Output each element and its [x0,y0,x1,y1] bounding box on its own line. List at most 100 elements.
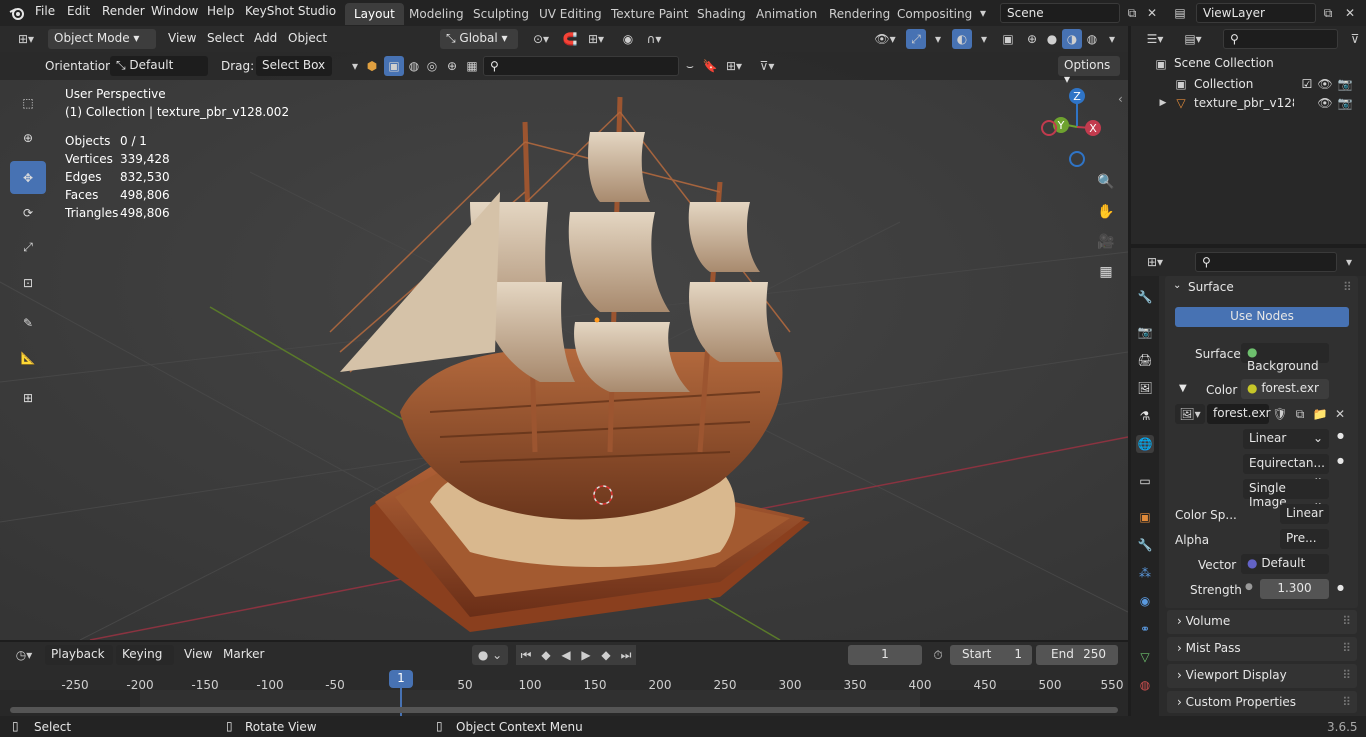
open-image-icon[interactable]: 📁 [1310,404,1330,424]
scene-icon[interactable]: ▾ [973,3,993,23]
scene-field[interactable]: Scene [1000,3,1120,23]
viewport-display-panel[interactable]: › Viewport Display ⠿ [1167,664,1357,688]
menu-window[interactable]: Window [151,4,198,18]
render-tab-icon[interactable]: 📷 [1136,323,1154,341]
object-render-icon[interactable]: 📷 [1335,93,1355,113]
vector-select[interactable]: ● Default [1241,554,1329,574]
rotate-tool-icon[interactable]: ⟳ [10,196,46,229]
properties-search-input[interactable]: ⚲ [1195,252,1337,272]
navigation-gizmo[interactable]: Z Y X [1037,84,1117,174]
gizmo-menu-icon[interactable]: ▾ [928,29,948,49]
layout-icon[interactable]: ⊞▾ [720,56,748,76]
timeline[interactable]: -250 -200 -150 -100 -50 1 50 100 150 200… [0,668,1128,716]
mode-select[interactable]: Object Mode ▾ [48,29,156,49]
tab-compositing[interactable]: Compositing [888,3,981,25]
tab-modeling[interactable]: Modeling [400,3,473,25]
transform-orientation-select[interactable]: ⤡ Global ▾ [440,29,518,49]
editor-type-icon[interactable]: ⊞▾ [12,29,40,49]
particles-tab-icon[interactable]: ⁂ [1136,564,1154,582]
world-tab-icon[interactable]: 🌐 [1136,435,1154,453]
interpolation-select[interactable]: Linear ⌄ [1243,429,1329,449]
shading-mode-icon-1[interactable]: ◍ [404,56,424,76]
output-tab-icon[interactable]: 🖨 [1136,351,1154,369]
scale-tool-icon[interactable]: ⤢ [10,231,46,264]
properties-menu-icon[interactable]: ▾ [1339,252,1359,272]
strength-anim-dot[interactable]: ● [1337,583,1344,592]
unlink-image-icon[interactable]: ✕ [1330,404,1350,424]
move-tool-icon[interactable]: ✥ [10,161,46,194]
viewport-menu-add[interactable]: Add [254,31,277,45]
surface-drag-icon[interactable]: ⠿ [1343,280,1352,294]
overlays-menu-icon[interactable]: ▾ [974,29,994,49]
viewport-menu-select[interactable]: Select [207,31,244,45]
volume-panel[interactable]: › Volume ⠿ [1167,610,1357,634]
projection-select[interactable]: Equirectan... ⌄ [1243,454,1329,484]
keying-menu[interactable]: Keying ⌄ [116,645,174,675]
end-frame-field[interactable]: End 250 [1036,645,1118,665]
timeline-scrollbar[interactable] [10,707,1118,713]
xray-icon[interactable]: ▣ [998,29,1018,49]
collection-label[interactable]: Collection [1194,77,1253,91]
curve-icon[interactable]: ⌣ [680,56,700,76]
expand-arrow-icon[interactable]: ▶ [1153,93,1173,113]
blender-logo-icon[interactable] [7,3,27,23]
auto-keying-icon[interactable]: ● ⌄ [472,645,508,665]
jump-keyframe-forward-icon[interactable]: ◆ [596,645,616,665]
close-view-layer-icon[interactable]: ✕ [1340,3,1360,23]
menu-help[interactable]: Help [207,4,234,18]
properties-editor-icon[interactable]: ⊞▾ [1141,252,1169,272]
view-layer-field[interactable]: ViewLayer [1196,3,1316,23]
viewport-menu-view[interactable]: View [168,31,196,45]
collection-checkbox-icon[interactable]: ☑ [1297,74,1317,94]
jump-start-icon[interactable]: ⏮ [516,645,536,665]
wireframe-shading-icon[interactable]: ⊕ [1022,29,1042,49]
outliner-filter-icon[interactable]: ⊽ [1345,29,1365,49]
gizmo-toggle-icon[interactable]: ⤢ [906,29,926,49]
stopwatch-icon[interactable]: ⏱ [928,645,948,665]
custom-properties-panel[interactable]: › Custom Properties ⠿ [1167,691,1357,713]
filter-icon[interactable]: ⊽▾ [752,56,782,76]
playhead[interactable]: 1 [389,670,413,688]
visibility-icon[interactable]: 👁▾ [872,29,898,49]
snap-icon[interactable]: 🧲 [560,29,580,49]
tab-animation[interactable]: Animation [747,3,826,25]
measure-tool-icon[interactable]: 📐 [10,341,46,374]
viewport-menu-object[interactable]: Object [288,31,327,45]
view-layer-icon[interactable]: ▤ [1170,3,1190,23]
timeline-menu-view[interactable]: View [184,647,212,661]
shading-mode-icon-3[interactable]: ⊕ [442,56,462,76]
camera-icon[interactable]: 🎥 [1094,230,1118,254]
strength-field[interactable]: 1.300 [1260,579,1329,599]
collection-eye-icon[interactable]: 👁 [1315,74,1335,94]
select-box-tool-icon[interactable]: ⬚ [10,86,46,119]
color-space-select[interactable]: Linear [1280,504,1329,524]
fake-user-icon[interactable]: 🛡 [1270,404,1290,424]
alpha-select[interactable]: Pre... [1280,529,1329,549]
scene-tab-icon[interactable]: ⚗ [1136,407,1154,425]
menu-render[interactable]: Render [102,4,145,18]
drag-select[interactable]: Select Box [256,56,332,76]
close-scene-icon[interactable]: ✕ [1142,3,1162,23]
object-label[interactable]: texture_pbr_v128.0( [1194,96,1294,110]
options-button[interactable]: Options ▾ [1058,56,1120,86]
add-cube-tool-icon[interactable]: ⊞ [10,381,46,414]
scene-collection-label[interactable]: Scene Collection [1174,56,1274,70]
grid-view-icon[interactable]: ▦ [1094,260,1118,284]
jump-end-icon[interactable]: ⏭ [616,645,636,665]
annotate-tool-icon[interactable]: ✎ [10,306,46,339]
falloff-icon[interactable]: ∩▾ [640,29,668,49]
play-icon[interactable]: ▶ [576,645,596,665]
shading-menu-icon[interactable]: ▾ [1102,29,1122,49]
playback-menu[interactable]: Playback ⌄ [45,645,113,675]
shading-mode-icon-2[interactable]: ◎ [422,56,442,76]
3d-viewport[interactable]: User Perspective (1) Collection | textur… [0,52,1128,640]
collection-tab-icon[interactable]: ▭ [1136,472,1154,490]
data-tab-icon[interactable]: ▽ [1136,648,1154,666]
material-shading-icon[interactable]: ◑ [1062,29,1082,49]
timeline-ruler[interactable] [0,668,1128,690]
orientation-select[interactable]: ⤡ Default [110,56,208,76]
tab-shading[interactable]: Shading [688,3,755,25]
proportional-edit-icon[interactable]: ◉ [618,29,638,49]
sidebar-toggle-icon[interactable]: ‹ [1118,92,1123,106]
play-reverse-icon[interactable]: ◀ [556,645,576,665]
